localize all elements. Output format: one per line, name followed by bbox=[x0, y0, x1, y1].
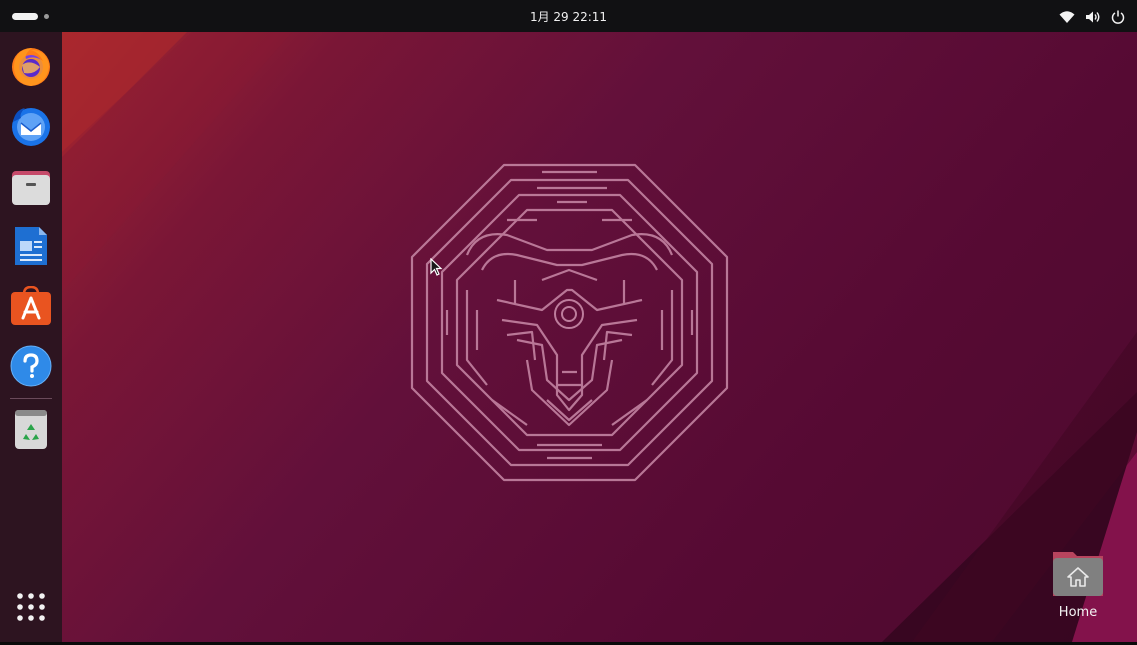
desktop-icon-home[interactable]: Home bbox=[1045, 548, 1111, 628]
dock bbox=[0, 32, 62, 642]
app-center-icon bbox=[11, 286, 51, 325]
files-icon bbox=[12, 171, 50, 205]
clock-label[interactable]: 1月 29 22:11 bbox=[530, 10, 607, 24]
dock-item-firefox[interactable] bbox=[9, 44, 53, 88]
clock-area: 1月 29 22:11 bbox=[0, 0, 1137, 32]
dock-item-thunderbird[interactable] bbox=[9, 104, 53, 148]
dock-item-help[interactable] bbox=[9, 344, 53, 388]
top-bar: 1月 29 22:11 bbox=[0, 0, 1137, 32]
desktop-icon-label: Home bbox=[1058, 605, 1098, 620]
writer-icon bbox=[15, 227, 47, 265]
firefox-icon bbox=[12, 48, 50, 86]
home-folder-icon bbox=[1053, 552, 1103, 596]
trash-icon bbox=[15, 410, 47, 449]
thunderbird-icon bbox=[12, 108, 50, 146]
desktop-screen: 1月 29 22:11 Home bbox=[0, 0, 1137, 645]
workspace-indicator-dot bbox=[44, 14, 49, 19]
dock-item-app-center[interactable] bbox=[9, 284, 53, 328]
dock-item-trash[interactable] bbox=[9, 407, 53, 451]
system-status-area[interactable] bbox=[1059, 8, 1125, 26]
maze-bull-logo bbox=[410, 163, 729, 482]
power-icon[interactable] bbox=[1111, 10, 1125, 24]
mouse-cursor-icon bbox=[430, 258, 443, 276]
wifi-icon[interactable] bbox=[1059, 10, 1075, 24]
activities-button[interactable] bbox=[12, 13, 38, 20]
show-apps-button[interactable] bbox=[9, 585, 53, 629]
dock-item-writer[interactable] bbox=[9, 224, 53, 268]
help-icon bbox=[10, 345, 52, 387]
volume-icon[interactable] bbox=[1085, 10, 1101, 24]
dock-item-files[interactable] bbox=[9, 165, 53, 209]
wallpaper bbox=[62, 32, 1137, 642]
show-apps-icon bbox=[17, 593, 45, 621]
dock-separator bbox=[10, 398, 52, 399]
